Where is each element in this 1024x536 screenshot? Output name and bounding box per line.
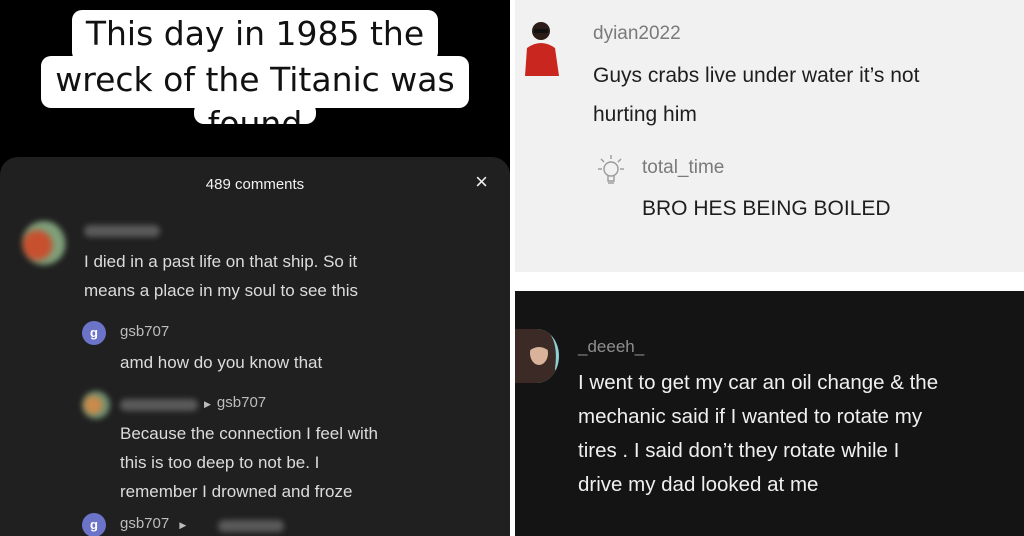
username[interactable]: dyian2022 [593, 23, 681, 45]
crab-comment-panel: dyian2022 Guys crabs live under water it… [515, 0, 1024, 272]
username[interactable]: total_time [642, 157, 724, 179]
avatar[interactable] [22, 221, 66, 265]
chevron-right-icon: ▶ [204, 399, 211, 409]
blurred-username [120, 399, 198, 411]
reply-text: BRO HES BEING BOILED [642, 197, 891, 220]
comment-text: amd how do you know that [120, 353, 323, 372]
caption-line: wreck of the Titanic was [41, 56, 469, 108]
video-caption: This day in 1985 the wreck of the Titani… [0, 10, 510, 146]
tiktok-comments-panel: This day in 1985 the wreck of the Titani… [0, 0, 510, 536]
comment-text: Guys crabs live under water it’s not hur… [593, 64, 920, 126]
avatar[interactable]: g [82, 513, 106, 536]
avatar[interactable]: g [82, 321, 106, 345]
blurred-username [84, 225, 160, 237]
comment-text: Because the connection I feel with this … [120, 424, 378, 501]
lightbulb-icon[interactable] [593, 152, 629, 192]
oil-change-comment-panel: _deeeh_ I went to get my car an oil chan… [515, 291, 1024, 536]
comment-text: I died in a past life on that ship. So i… [84, 252, 359, 300]
username[interactable]: gsb707 ▶ [120, 515, 192, 532]
avatar[interactable] [82, 391, 110, 419]
reply-to-username[interactable]: ▶ gsb707 [204, 394, 266, 411]
avatar[interactable] [515, 329, 559, 383]
comment-count: 489 comments [205, 176, 305, 193]
chevron-right-icon: ▶ [179, 520, 187, 530]
username[interactable]: _deeeh_ [578, 337, 644, 357]
username[interactable]: gsb707 [120, 323, 169, 340]
comment-text: I went to get my car an oil change & the… [578, 371, 939, 496]
blurred-username [218, 520, 284, 532]
close-icon[interactable]: × [475, 171, 488, 193]
avatar[interactable] [519, 18, 563, 76]
caption-line: This day in 1985 the [71, 10, 439, 62]
caption-line: found [193, 102, 317, 124]
comments-sheet: 489 comments × I died in a past life on … [0, 157, 510, 536]
